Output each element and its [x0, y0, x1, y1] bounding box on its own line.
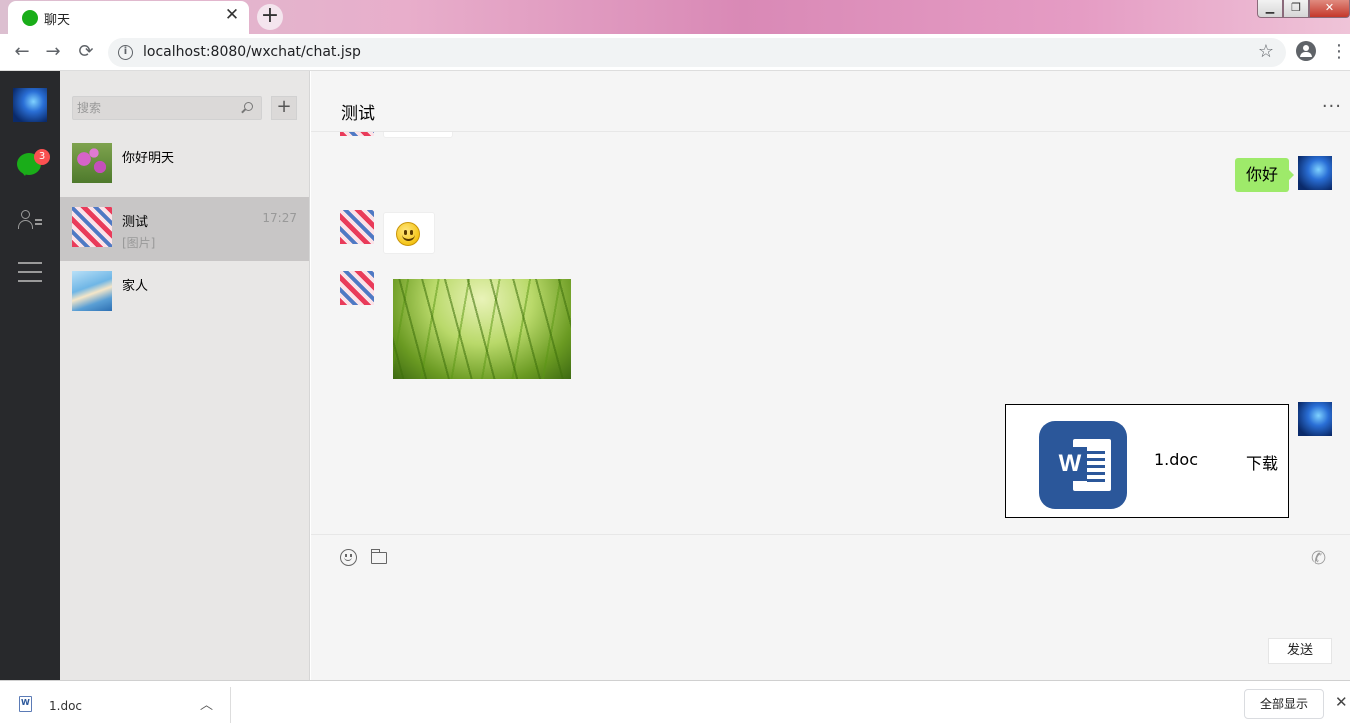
avatar [72, 143, 112, 183]
search-icon[interactable] [244, 102, 253, 111]
show-all-button[interactable]: 全部显示 [1244, 689, 1324, 719]
unread-badge: 3 [34, 149, 50, 165]
more-options-icon[interactable]: ··· [1322, 96, 1342, 117]
chat-header: 测试 ··· [311, 71, 1350, 132]
close-icon: ✕ [1324, 1, 1335, 14]
wechat-icon [22, 10, 38, 26]
close-window-button[interactable]: ✕ [1309, 0, 1350, 18]
chevron-up-icon[interactable]: ︿ [200, 694, 213, 713]
avatar [72, 207, 112, 247]
browser-titlebar: 聊天 ✕ + ▁ ❐ ✕ [0, 0, 1350, 34]
back-button[interactable]: ← [10, 40, 34, 64]
avatar[interactable] [1298, 402, 1332, 436]
word-file-icon [19, 696, 32, 712]
message-composer: ✆ 发送 [311, 534, 1350, 680]
minimize-icon: ▁ [1265, 1, 1275, 14]
emoji-picker-icon[interactable] [340, 549, 357, 566]
conversation-item[interactable]: 测试 [图片] 17:27 [60, 197, 309, 261]
conversation-name: 家人 [122, 279, 149, 294]
file-message-card[interactable]: W 1.doc 下载 [1005, 404, 1289, 518]
chat-title: 测试 [341, 104, 375, 124]
avatar[interactable] [340, 132, 374, 136]
tab-title: 聊天 [44, 13, 71, 28]
download-link[interactable]: 下载 [1246, 450, 1278, 474]
close-icon[interactable]: ✕ [1335, 693, 1348, 711]
image-message[interactable] [393, 279, 571, 379]
browser-tab-chat[interactable]: 聊天 ✕ [8, 1, 249, 34]
message-bubble: 你好 [1234, 158, 1295, 192]
phone-icon[interactable]: ✆ [1311, 548, 1326, 569]
minimize-window-button[interactable]: ▁ [1257, 0, 1283, 18]
maximize-icon: ❐ [1291, 1, 1301, 14]
contacts-icon[interactable] [18, 210, 42, 230]
url-text[interactable]: localhost:8080/wxchat/chat.jsp [143, 44, 361, 60]
address-bar[interactable]: i localhost:8080/wxchat/chat.jsp ☆ [108, 38, 1286, 67]
smiley-emoji-icon [396, 222, 420, 246]
conversation-item[interactable]: 你好明天 [60, 133, 309, 197]
maximize-window-button[interactable]: ❐ [1283, 0, 1309, 18]
avatar[interactable] [1298, 156, 1332, 190]
folder-icon[interactable] [370, 549, 387, 564]
site-info-icon[interactable]: i [118, 45, 133, 60]
app-sidebar-nav: 3 [0, 71, 60, 680]
conversation-item[interactable]: 家人 [60, 261, 309, 325]
close-tab-icon[interactable]: ✕ [223, 6, 241, 24]
word-document-icon: W [1039, 421, 1127, 509]
avatar [72, 271, 112, 311]
divider [230, 687, 231, 723]
my-avatar[interactable] [13, 88, 47, 122]
message-bubble [383, 132, 453, 138]
profile-icon[interactable] [1296, 41, 1316, 61]
conversation-name: 你好明天 [122, 151, 175, 166]
message-bubble [383, 212, 435, 254]
message-list[interactable]: 你好 W 1.doc 下载 [311, 132, 1350, 534]
download-shelf: 1.doc ︿ 全部显示 ✕ [0, 680, 1350, 726]
hamburger-menu-icon[interactable] [18, 262, 42, 282]
reload-button[interactable]: ⟳ [74, 40, 98, 64]
chat-panel: 测试 ··· 你好 W 1.doc 下载 ✆ 发送 [311, 71, 1350, 680]
search-input[interactable] [77, 100, 237, 116]
browser-menu-icon[interactable]: ⋮ [1330, 40, 1348, 64]
conversation-time: 17:27 [262, 211, 297, 225]
new-tab-button[interactable]: + [257, 4, 283, 30]
download-file-name[interactable]: 1.doc [49, 699, 82, 713]
forward-button[interactable]: → [41, 40, 65, 64]
conversation-list-panel: + 你好明天 测试 [图片] 17:27 家人 [60, 71, 310, 680]
conversation-preview: [图片] [122, 236, 156, 250]
avatar[interactable] [340, 210, 374, 244]
avatar[interactable] [340, 271, 374, 305]
send-button[interactable]: 发送 [1268, 638, 1332, 664]
conversation-name: 测试 [122, 215, 149, 230]
file-name: 1.doc [1154, 450, 1199, 469]
search-box[interactable] [72, 96, 262, 120]
add-button[interactable]: + [271, 96, 297, 120]
browser-toolbar: ← → ⟳ i localhost:8080/wxchat/chat.jsp ☆… [0, 34, 1350, 71]
bookmark-star-icon[interactable]: ☆ [1258, 41, 1274, 62]
